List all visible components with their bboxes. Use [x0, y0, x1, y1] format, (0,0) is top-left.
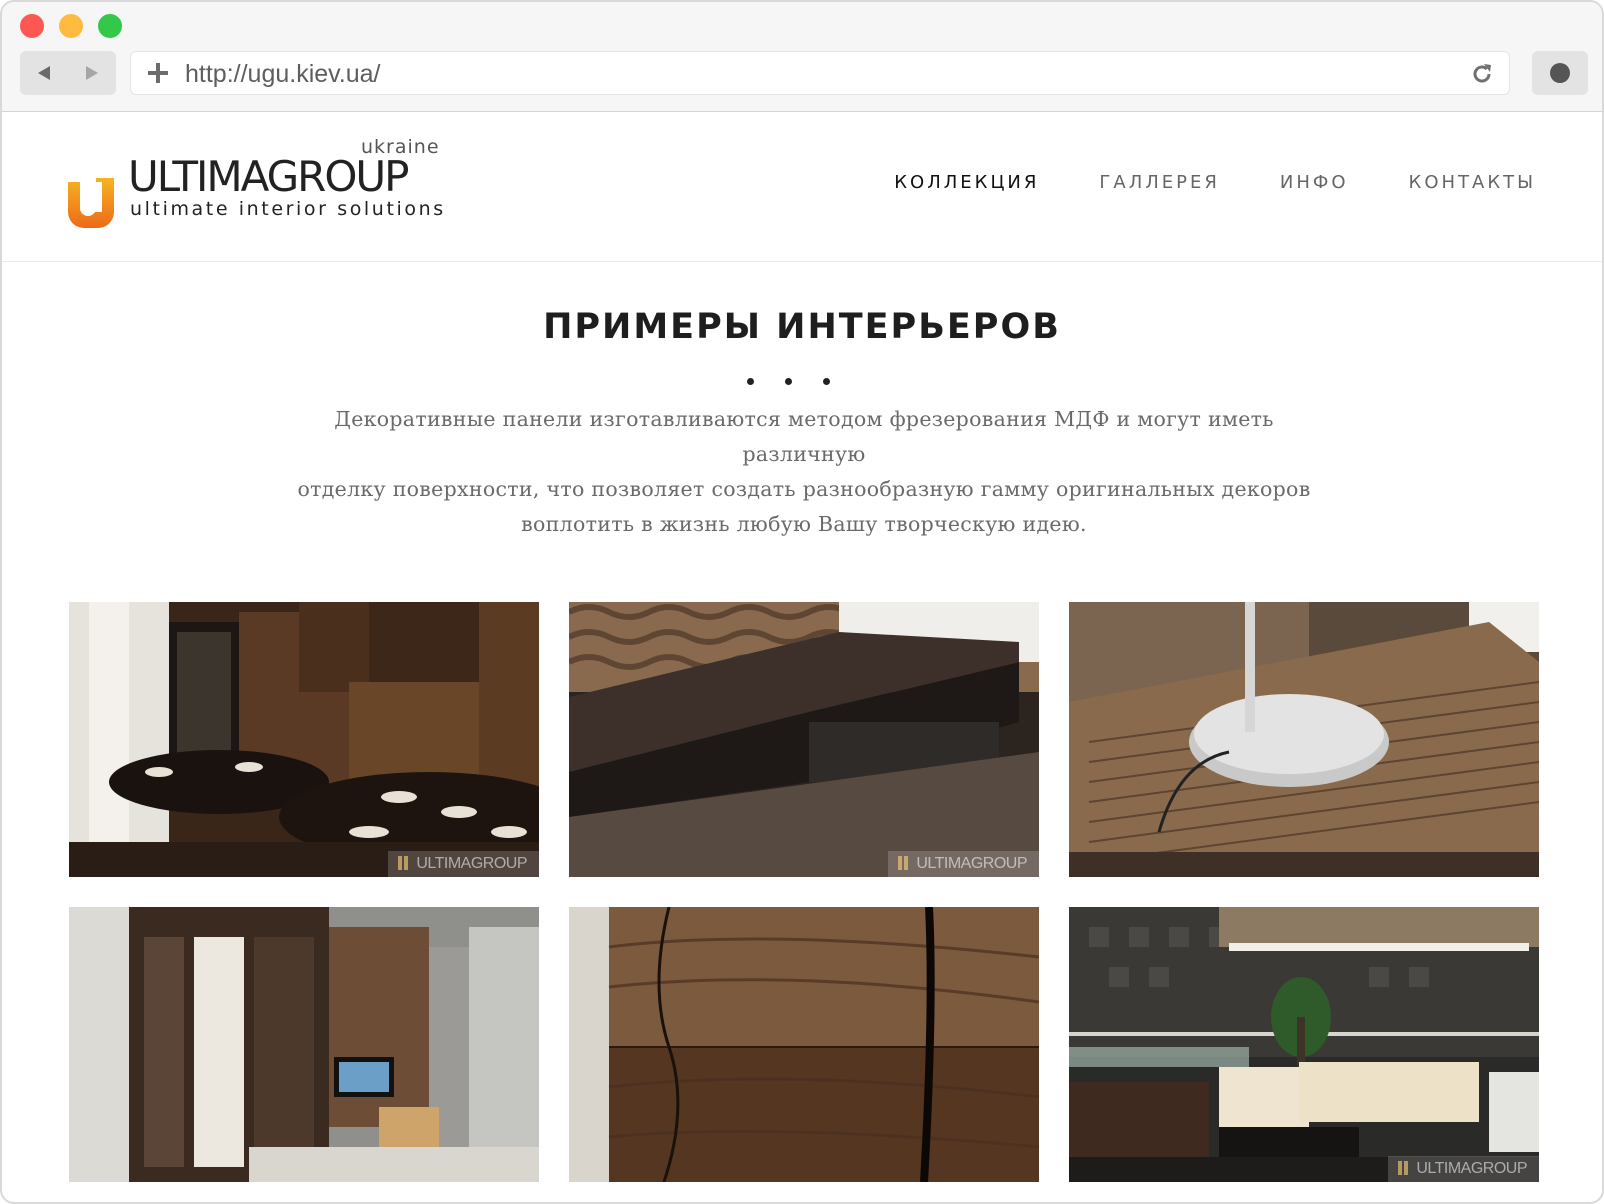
description-line: Декоративные панели изготавливаются мето…: [334, 407, 1274, 466]
gallery-image-bedroom[interactable]: [69, 907, 539, 1182]
gallery-image-platform[interactable]: ULTIMAGROUP: [569, 602, 1039, 877]
watermark-text: ULTIMAGROUP: [416, 855, 527, 872]
watermark: ULTIMAGROUP: [388, 851, 539, 877]
address-bar[interactable]: http://ugu.kiev.ua/: [130, 51, 1510, 95]
description-line: отделку поверхности, что позволяет созда…: [297, 477, 1311, 501]
reload-icon[interactable]: [1469, 61, 1495, 87]
logo-tagline: ultimate interior solutions: [130, 198, 446, 220]
gallery-image-lounge[interactable]: ULTIMAGROUP: [1069, 907, 1539, 1182]
forward-button[interactable]: [68, 51, 116, 95]
bedroom-photo: [69, 907, 539, 1182]
divider-dot: [785, 378, 792, 385]
nav-item-contacts[interactable]: КОНТАКТЫ: [1409, 172, 1536, 193]
interior-gallery: ULTIMAGROUP ULTIMAGROUP ULTIMAGROUP: [69, 602, 1539, 1192]
watermark: ULTIMAGROUP: [888, 851, 1039, 877]
watermark-text: ULTIMAGROUP: [1416, 1160, 1527, 1177]
logo-wordmark: ULTIMAGROUP: [128, 152, 409, 201]
record-icon: [1550, 63, 1570, 83]
nav-item-gallery[interactable]: ГАЛЛЕРЕЯ: [1099, 172, 1219, 193]
site-header: ukraine ULTIMAGROUP ultimate interior so…: [2, 112, 1602, 262]
browser-toolbar: http://ugu.kiev.ua/: [2, 2, 1602, 112]
lamp-photo: [1069, 602, 1539, 877]
back-arrow-icon: [38, 66, 50, 80]
description-line: воплотить в жизнь любую Вашу творческую …: [521, 512, 1087, 536]
walnut-panels-photo: [569, 907, 1039, 1182]
record-button[interactable]: [1532, 51, 1588, 95]
lounge-photo: [1069, 907, 1539, 1182]
divider-dots: [747, 378, 847, 390]
minimize-window-button[interactable]: [59, 14, 83, 38]
platform-photo: [569, 602, 1039, 877]
gallery-image-walnut-panels[interactable]: [569, 907, 1039, 1182]
divider-dot: [823, 378, 830, 385]
dining-room-photo: [69, 602, 539, 877]
watermark-logo-icon: [1398, 1161, 1409, 1175]
history-nav: [20, 51, 116, 95]
maximize-window-button[interactable]: [98, 14, 122, 38]
divider-dot: [747, 378, 754, 385]
logo-u-icon: [68, 178, 114, 228]
back-button[interactable]: [20, 51, 68, 95]
nav-item-info[interactable]: ИНФО: [1280, 172, 1349, 193]
watermark-text: ULTIMAGROUP: [916, 855, 1027, 872]
forward-arrow-icon: [86, 66, 98, 80]
url-text[interactable]: http://ugu.kiev.ua/: [185, 52, 381, 96]
main-nav: КОЛЛЕКЦИЯ ГАЛЛЕРЕЯ ИНФО КОНТАКТЫ: [894, 172, 1536, 193]
site-logo[interactable]: ukraine ULTIMAGROUP ultimate interior so…: [66, 136, 446, 228]
section-title: ПРИМЕРЫ ИНТЕРЬЕРОВ: [543, 307, 1061, 347]
gallery-image-lamp[interactable]: [1069, 602, 1539, 877]
gallery-image-dining-room[interactable]: ULTIMAGROUP: [69, 602, 539, 877]
browser-window: http://ugu.kiev.ua/ ukraine ULTIMAGROUP …: [0, 0, 1604, 1204]
section-description: Декоративные панели изготавливаются мето…: [292, 402, 1316, 542]
plus-icon[interactable]: [145, 60, 171, 86]
nav-item-collection[interactable]: КОЛЛЕКЦИЯ: [894, 172, 1039, 193]
watermark: ULTIMAGROUP: [1388, 1156, 1539, 1182]
watermark-logo-icon: [398, 856, 409, 870]
watermark-logo-icon: [898, 856, 909, 870]
close-window-button[interactable]: [20, 14, 44, 38]
